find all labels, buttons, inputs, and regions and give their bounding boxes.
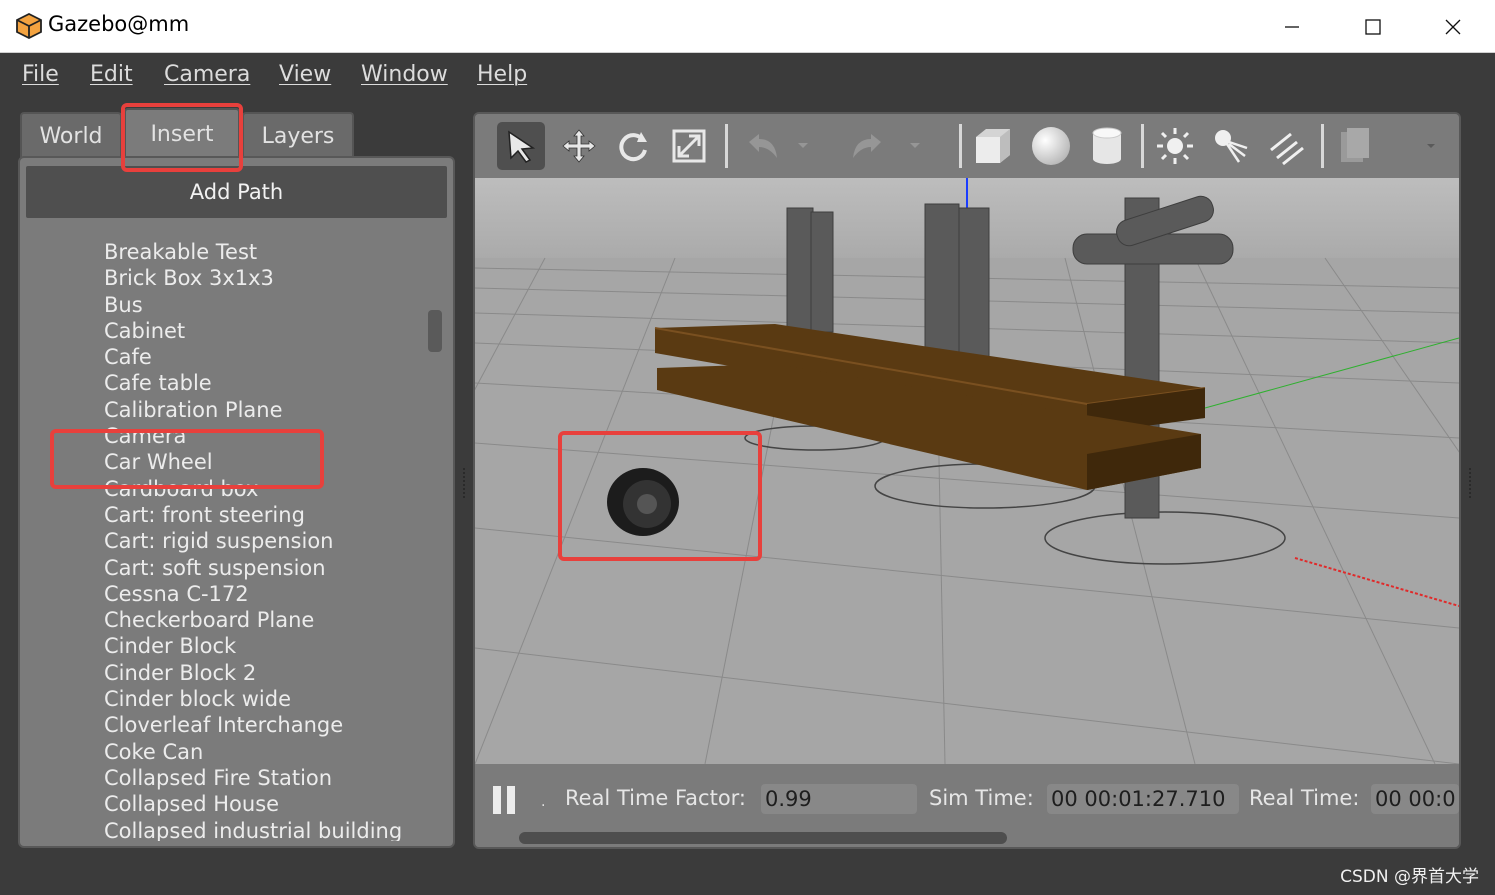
translate-icon	[562, 129, 596, 163]
undo-icon	[749, 134, 777, 158]
menu-view[interactable]: View	[279, 62, 331, 87]
spot-light-icon	[1215, 130, 1248, 163]
copy-button[interactable]	[1331, 122, 1379, 170]
rotate-icon	[619, 132, 647, 162]
scale-icon	[672, 129, 706, 163]
sphere-shape-icon	[1032, 127, 1070, 165]
real-time-factor-label: Real Time Factor:	[565, 786, 747, 810]
sim-time-label: Sim Time:	[929, 786, 1034, 810]
toolbar-separator	[1321, 124, 1324, 168]
insert-directional-light-button[interactable]	[1263, 122, 1311, 170]
select-mode-button[interactable]	[497, 122, 545, 170]
insert-spot-light-button[interactable]	[1207, 122, 1255, 170]
pause-button[interactable]	[491, 784, 519, 816]
rotate-mode-button[interactable]	[609, 122, 657, 170]
window-title: Gazebo@mm	[48, 12, 190, 36]
car-wheel-item-highlight	[50, 429, 324, 489]
model-item[interactable]: Brick Box 3x1x3	[104, 265, 424, 291]
redo-icon	[853, 134, 881, 158]
minimize-button[interactable]	[1252, 0, 1332, 53]
status-horizontal-scrollbar[interactable]	[519, 832, 1007, 844]
gazebo-box-icon	[16, 12, 42, 40]
model-item[interactable]: Checkerboard Plane	[104, 607, 424, 633]
redo-history-dropdown[interactable]	[903, 122, 927, 170]
model-item[interactable]: Cart: front steering	[104, 502, 424, 528]
real-time-value: 00 00:0	[1371, 784, 1459, 814]
model-item[interactable]: Collapsed industrial building	[104, 818, 424, 841]
model-item[interactable]: Collapsed Fire Station	[104, 765, 424, 791]
insert-tab-highlight	[121, 103, 243, 172]
model-item[interactable]: Cinder Block 2	[104, 660, 424, 686]
toolbar-separator	[725, 124, 728, 168]
close-icon	[1445, 19, 1461, 34]
menu-edit[interactable]: Edit	[90, 62, 133, 87]
model-item[interactable]: Coke Can	[104, 739, 424, 765]
directional-light-icon	[1270, 132, 1304, 166]
chevron-down-icon	[1427, 144, 1435, 148]
model-list-scrollbar[interactable]	[428, 310, 442, 352]
add-path-button[interactable]: Add Path	[26, 166, 447, 218]
car-wheel-model-highlight	[558, 431, 762, 561]
chevron-down-icon	[798, 143, 808, 148]
scene-toolbar	[475, 114, 1459, 178]
watermark-text: CSDN @界首大学	[1340, 867, 1479, 887]
menu-window[interactable]: Window	[361, 62, 448, 87]
model-item[interactable]: Collapsed House	[104, 791, 424, 817]
toolbar-separator	[1141, 124, 1144, 168]
left-splitter-handle[interactable]	[463, 468, 467, 498]
toolbar-overflow[interactable]	[1419, 122, 1443, 170]
model-item[interactable]: Cafe table	[104, 370, 424, 396]
model-item[interactable]: Cloverleaf Interchange	[104, 712, 424, 738]
menu-help[interactable]: Help	[477, 62, 527, 87]
model-item[interactable]: Calibration Plane	[104, 397, 424, 423]
translate-mode-button[interactable]	[555, 122, 603, 170]
cylinder-shape-icon	[1092, 127, 1122, 164]
scale-mode-button[interactable]	[665, 122, 713, 170]
chevron-down-icon	[910, 143, 920, 148]
model-item[interactable]: Cessna C-172	[104, 581, 424, 607]
insert-point-light-button[interactable]	[1151, 122, 1199, 170]
menu-file[interactable]: File	[22, 62, 59, 87]
undo-button[interactable]	[737, 122, 785, 170]
model-list[interactable]: Breakable Test Brick Box 3x1x3 Bus Cabin…	[104, 239, 424, 841]
insert-box-button[interactable]	[969, 122, 1017, 170]
tab-layers[interactable]: Layers	[242, 112, 354, 158]
insert-sphere-button[interactable]	[1027, 122, 1075, 170]
toolbar-separator	[959, 124, 962, 168]
status-dot: .	[541, 794, 546, 810]
insert-cylinder-button[interactable]	[1083, 122, 1131, 170]
model-item[interactable]: Cafe	[104, 344, 424, 370]
model-item[interactable]: Bus	[104, 292, 424, 318]
model-item[interactable]: Cinder block wide	[104, 686, 424, 712]
menu-bar: File Edit Camera View Window Help	[0, 54, 1495, 98]
minimize-icon	[1285, 25, 1299, 28]
real-time-label: Real Time:	[1249, 786, 1360, 810]
model-item[interactable]: Cart: soft suspension	[104, 555, 424, 581]
menu-camera[interactable]: Camera	[164, 62, 250, 87]
maximize-icon	[1365, 18, 1381, 35]
model-item[interactable]: Cabinet	[104, 318, 424, 344]
copy-icon	[1341, 128, 1369, 162]
undo-history-dropdown[interactable]	[791, 122, 815, 170]
redo-button[interactable]	[845, 122, 893, 170]
close-button[interactable]	[1413, 0, 1493, 53]
point-light-icon	[1157, 128, 1193, 164]
title-bar: Gazebo@mm	[0, 0, 1495, 53]
model-item[interactable]: Cinder Block	[104, 633, 424, 659]
select-arrow-icon	[508, 130, 536, 163]
model-item[interactable]: Cart: rigid suspension	[104, 528, 424, 554]
model-item[interactable]: Breakable Test	[104, 239, 424, 265]
status-bar: . Real Time Factor: 0.99 Sim Time: 00 00…	[475, 764, 1459, 847]
box-shape-icon	[976, 129, 1010, 163]
sim-time-value: 00 00:01:27.710	[1047, 784, 1239, 814]
maximize-button[interactable]	[1333, 0, 1413, 53]
tab-world[interactable]: World	[20, 112, 122, 158]
right-splitter-handle[interactable]	[1469, 468, 1473, 498]
real-time-factor-value: 0.99	[761, 784, 917, 814]
pause-icon	[493, 786, 515, 814]
